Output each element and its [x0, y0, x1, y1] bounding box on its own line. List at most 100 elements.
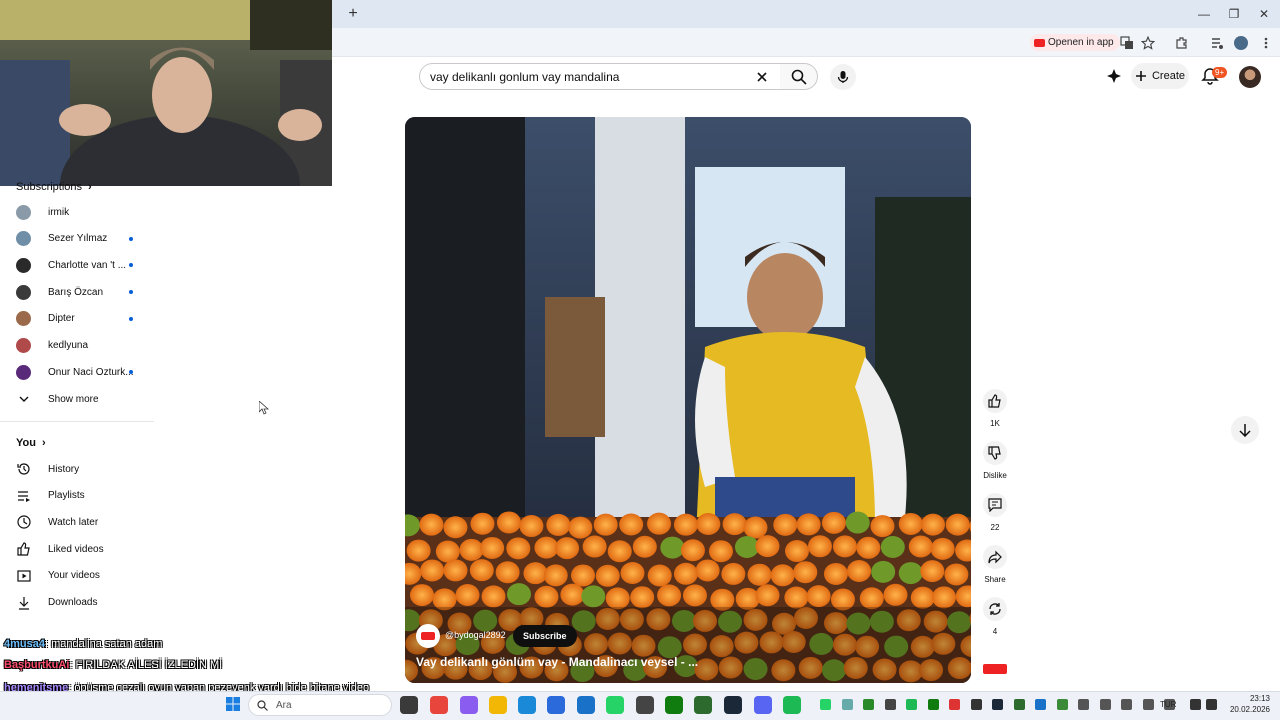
system-tray-icon[interactable] — [1035, 699, 1046, 710]
next-video-button[interactable] — [1231, 416, 1259, 444]
channel-logo[interactable] — [416, 624, 440, 648]
system-tray-icon[interactable] — [1078, 699, 1089, 710]
minimize-button[interactable]: — — [1196, 6, 1212, 22]
show-more-button[interactable]: Show more — [16, 389, 156, 409]
system-tray-icon[interactable] — [949, 699, 960, 710]
new-content-dot — [129, 290, 133, 295]
clock-date: 20.02.2026 — [1229, 705, 1270, 714]
system-tray-icon[interactable] — [970, 699, 982, 710]
channel-avatar — [16, 364, 31, 380]
subscription-channel-item[interactable]: Dipter — [16, 309, 156, 329]
copilot-icon[interactable] — [460, 696, 478, 714]
chat-username: BaşburtkuAi — [4, 659, 70, 671]
sidebar-item-playlists[interactable]: Playlists — [16, 486, 156, 506]
discord-icon[interactable] — [754, 696, 772, 714]
open-in-app-label: Openen in app — [1048, 37, 1114, 48]
sidebar-item-downloads[interactable]: Downloads — [16, 593, 156, 613]
comments-action[interactable]: 22 — [983, 493, 1007, 532]
browser-menu-icon[interactable] — [1257, 34, 1275, 52]
search-input[interactable]: vay delikanlı gonlum vay mandalina — [419, 63, 781, 90]
file-explorer-icon[interactable] — [489, 696, 507, 714]
system-tray-icon[interactable] — [1142, 699, 1154, 710]
shorts-video-player[interactable] — [405, 117, 971, 683]
system-tray-icon[interactable] — [927, 699, 939, 710]
system-tray-icon[interactable] — [841, 699, 853, 710]
store-icon[interactable] — [547, 696, 565, 714]
remix-icon[interactable] — [983, 597, 1007, 621]
media-controls-icon[interactable] — [1208, 34, 1226, 52]
thumbs-up-icon — [16, 541, 32, 557]
channel-avatar — [16, 311, 31, 327]
channel-name: Barış Özcan — [48, 286, 104, 298]
subscription-channel-item[interactable]: Charlotte van 't ... — [16, 255, 156, 275]
system-clock[interactable]: 23:13 20.02.2026 — [1222, 693, 1270, 715]
app-icon[interactable] — [636, 696, 654, 714]
remix-action[interactable]: 4 — [983, 597, 1007, 636]
xbox-icon[interactable] — [665, 696, 683, 714]
thumbs-up-icon[interactable] — [983, 389, 1007, 413]
new-tab-button[interactable]: + — [344, 5, 362, 23]
voice-search-button[interactable] — [830, 64, 856, 90]
system-tray-icon[interactable] — [1056, 699, 1068, 710]
subscription-channel-item[interactable]: Barış Özcan — [16, 282, 156, 302]
sidebar-item-history[interactable]: History — [16, 459, 156, 479]
create-label: Create — [1151, 70, 1186, 82]
thumbs-down-icon[interactable] — [983, 441, 1007, 465]
like-action[interactable]: 1K — [983, 389, 1007, 428]
sidebar-item-liked-videos[interactable]: Liked videos — [16, 539, 156, 559]
outlook-icon[interactable] — [577, 696, 595, 714]
open-in-app-button[interactable]: Openen in app — [1030, 34, 1120, 51]
subscription-channel-item[interactable]: irmik — [16, 202, 156, 222]
subscriptions-heading[interactable]: Subscriptions › — [16, 181, 92, 193]
bookmark-star-icon[interactable] — [1139, 34, 1157, 52]
task-view-icon[interactable] — [400, 696, 418, 714]
share-action[interactable]: Share — [983, 545, 1007, 584]
spotify-icon[interactable] — [783, 696, 801, 714]
system-tray-icon[interactable] — [1013, 699, 1025, 710]
extensions-icon[interactable] — [1173, 34, 1191, 52]
clear-search-icon[interactable] — [754, 69, 770, 85]
comment-icon[interactable] — [983, 493, 1007, 517]
keyboard-language[interactable]: TUR — [1160, 700, 1176, 709]
channel-name: Sezer Yılmaz — [48, 233, 108, 245]
ask-ai-icon[interactable] — [1106, 68, 1122, 84]
sidebar-item-your-videos[interactable]: Your videos — [16, 566, 156, 586]
search-button[interactable] — [780, 63, 818, 90]
channel-avatar-small[interactable] — [983, 664, 1007, 674]
subscribe-button[interactable]: Subscribe — [513, 625, 577, 647]
subscription-channel-item[interactable]: Sezer Yılmaz — [16, 229, 156, 249]
close-window-button[interactable]: ✕ — [1256, 6, 1272, 22]
system-tray-icon[interactable] — [1099, 699, 1111, 710]
profile-avatar-icon[interactable] — [1232, 34, 1250, 52]
whatsapp-icon[interactable] — [606, 696, 624, 714]
share-icon[interactable] — [983, 545, 1007, 569]
subscription-channel-item[interactable]: Onur Naci Ozturk... — [16, 362, 156, 382]
channel-avatar — [16, 284, 31, 300]
steam-icon[interactable] — [724, 696, 742, 714]
remix-count: 4 — [992, 627, 998, 636]
system-tray-icon[interactable] — [863, 699, 874, 710]
dislike-action[interactable]: Dislike — [983, 441, 1007, 480]
speaker-icon[interactable] — [1206, 699, 1217, 710]
system-tray-icon[interactable] — [1121, 699, 1132, 710]
system-tray-icon[interactable] — [906, 699, 917, 710]
system-tray-icon[interactable] — [884, 699, 896, 710]
chrome-icon[interactable] — [430, 696, 448, 714]
windows-start-icon[interactable] — [226, 697, 240, 711]
taskbar-search-input[interactable]: Ara — [248, 694, 392, 716]
search-icon — [791, 69, 807, 85]
system-tray-icon[interactable] — [820, 699, 831, 710]
restore-button[interactable]: ❐ — [1226, 6, 1242, 22]
app-icon[interactable] — [694, 696, 712, 714]
channel-handle[interactable]: @bydogal2892 — [445, 630, 506, 640]
video-title[interactable]: Vay delikanlı gönlüm vay - Mandalinacı v… — [416, 655, 698, 669]
you-heading[interactable]: You › — [16, 437, 46, 449]
subscription-channel-item[interactable]: kedlyuna — [16, 336, 156, 356]
network-icon[interactable] — [1190, 699, 1201, 710]
system-tray-icon[interactable] — [992, 699, 1003, 710]
sidebar-item-watch-later[interactable]: Watch later — [16, 512, 156, 532]
account-avatar[interactable] — [1239, 66, 1261, 88]
translate-icon[interactable] — [1118, 34, 1136, 52]
edge-icon[interactable] — [518, 696, 536, 714]
create-button[interactable]: Create — [1131, 63, 1189, 89]
